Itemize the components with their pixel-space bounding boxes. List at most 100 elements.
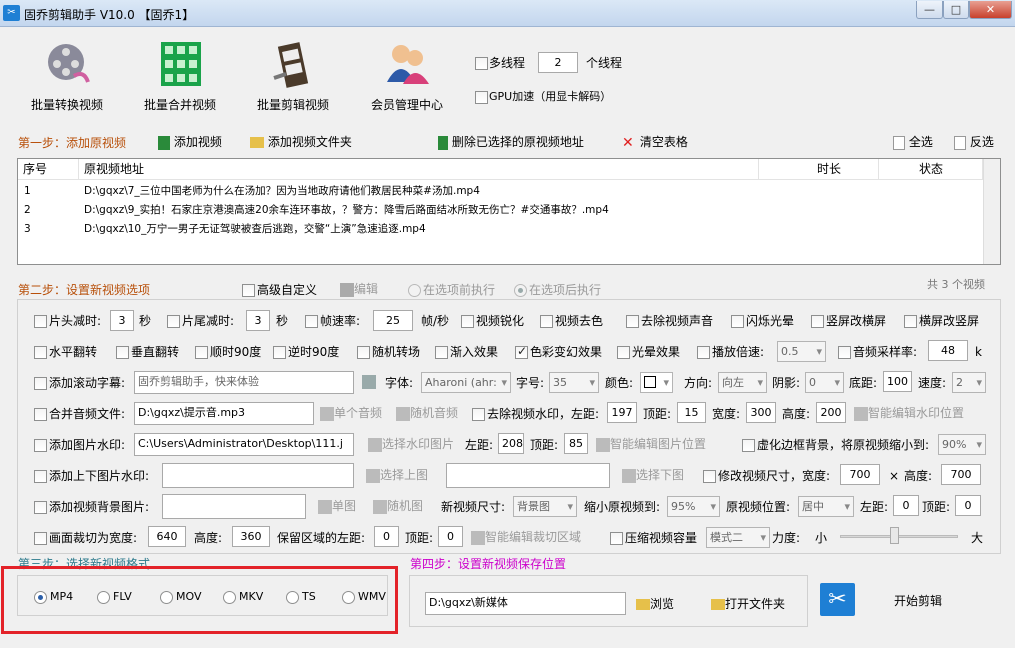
advanced-checkbox[interactable] bbox=[242, 284, 255, 297]
compress-mode-select[interactable]: 模式二 bbox=[706, 527, 770, 548]
compress-checkbox[interactable] bbox=[610, 532, 623, 545]
head-cut-input[interactable]: 3 bbox=[110, 310, 134, 331]
row-path[interactable]: D:\gqxz\10_万宁一男子无证驾驶被查后逃跑，交警“上演”急速追逐.mp4 bbox=[84, 220, 426, 239]
img-left-input[interactable]: 208 bbox=[498, 433, 524, 454]
keep-left-input[interactable]: 0 bbox=[374, 526, 399, 547]
format-radio-flv[interactable] bbox=[97, 591, 110, 604]
samplerate-input[interactable]: 48 bbox=[928, 340, 968, 361]
ccw90-checkbox[interactable] bbox=[273, 346, 286, 359]
format-radio-mov[interactable] bbox=[160, 591, 173, 604]
fadein-checkbox[interactable] bbox=[435, 346, 448, 359]
table-scrollbar[interactable] bbox=[983, 159, 1000, 264]
multithread-checkbox[interactable] bbox=[475, 57, 488, 70]
smart-watermark-button[interactable]: 智能编辑水印位置 bbox=[854, 405, 964, 421]
add-video-button[interactable]: 添加视频 bbox=[158, 134, 222, 150]
clear-table-button[interactable]: ✕ 清空表格 bbox=[622, 134, 688, 150]
direction-select[interactable]: 向左 bbox=[718, 372, 767, 393]
shadow-select[interactable]: 0 bbox=[805, 372, 844, 393]
merge-audio-checkbox[interactable] bbox=[34, 408, 47, 421]
format-radio-wmv[interactable] bbox=[342, 591, 355, 604]
mute-checkbox[interactable] bbox=[626, 315, 639, 328]
down-image-input[interactable] bbox=[446, 463, 610, 488]
batch-merge-button[interactable]: 批量合并视频 bbox=[125, 38, 235, 113]
bg-image-checkbox[interactable] bbox=[34, 501, 47, 514]
wm-width-input[interactable]: 300 bbox=[746, 402, 776, 423]
new-size-select[interactable]: 背景图 bbox=[513, 496, 577, 517]
resize-checkbox[interactable] bbox=[703, 470, 716, 483]
row-path[interactable]: D:\gqxz\9_实拍！石家庄京港澳高速20余车连环事故，？警方：降雪后路面结… bbox=[84, 201, 609, 220]
scissors-icon[interactable]: ✂ bbox=[820, 583, 855, 616]
decolor-checkbox[interactable] bbox=[540, 315, 553, 328]
resize-height-input[interactable]: 700 bbox=[941, 464, 981, 485]
image-watermark-checkbox[interactable] bbox=[34, 439, 47, 452]
fps-checkbox[interactable] bbox=[305, 315, 318, 328]
audio-path-input[interactable]: D:\gqxz\提示音.mp3 bbox=[134, 402, 314, 425]
head-cut-checkbox[interactable] bbox=[34, 315, 47, 328]
delete-selected-button[interactable]: 删除已选择的原视频地址 bbox=[438, 134, 584, 150]
choose-up-button[interactable]: 选择上图 bbox=[366, 467, 428, 483]
force-slider-thumb[interactable] bbox=[890, 527, 899, 544]
scroll-speed-select[interactable]: 2 bbox=[952, 372, 986, 393]
single-audio-button[interactable]: 单个音频 bbox=[320, 405, 382, 421]
thread-count-input[interactable]: 2 bbox=[538, 52, 578, 73]
batch-convert-button[interactable]: 批量转换视频 bbox=[12, 38, 122, 113]
size-select[interactable]: 35 bbox=[549, 372, 599, 393]
select-all-button[interactable]: 全选 bbox=[893, 134, 933, 150]
single-image-button[interactable]: 单图 bbox=[318, 498, 356, 514]
before-radio[interactable] bbox=[408, 284, 421, 297]
up-image-input[interactable] bbox=[162, 463, 354, 488]
member-center-button[interactable]: 会员管理中心 bbox=[352, 38, 462, 113]
crop-checkbox[interactable] bbox=[34, 532, 47, 545]
add-folder-button[interactable]: 添加视频文件夹 bbox=[250, 134, 352, 150]
batch-edit-button[interactable]: 批量剪辑视频 bbox=[238, 38, 348, 113]
col-no[interactable]: 序号 bbox=[18, 159, 79, 180]
format-radio-mp4[interactable] bbox=[34, 591, 47, 604]
shrink-select[interactable]: 95% bbox=[667, 496, 720, 517]
font-select[interactable]: Aharoni (ahr: bbox=[421, 372, 511, 393]
force-slider[interactable] bbox=[840, 535, 958, 538]
smart-crop-button[interactable]: 智能编辑裁切区域 bbox=[471, 529, 581, 545]
flash-checkbox[interactable] bbox=[731, 315, 744, 328]
bg-image-input[interactable] bbox=[162, 494, 306, 519]
color-picker[interactable] bbox=[640, 372, 673, 393]
after-radio[interactable] bbox=[514, 284, 527, 297]
browse-button[interactable]: 浏览 bbox=[636, 596, 674, 612]
text-style-icon[interactable] bbox=[362, 374, 376, 389]
sharpen-checkbox[interactable] bbox=[461, 315, 474, 328]
h2v-checkbox[interactable] bbox=[904, 315, 917, 328]
speed-checkbox[interactable] bbox=[697, 346, 710, 359]
updown-watermark-checkbox[interactable] bbox=[34, 470, 47, 483]
scroll-text-checkbox[interactable] bbox=[34, 377, 47, 390]
samplerate-checkbox[interactable] bbox=[838, 346, 851, 359]
col-status[interactable]: 状态 bbox=[879, 159, 983, 180]
image-path-input[interactable]: C:\Users\Administrator\Desktop\111.j bbox=[134, 433, 354, 456]
col-duration[interactable]: 时长 bbox=[759, 159, 879, 180]
crop-top-input[interactable]: 0 bbox=[438, 526, 463, 547]
crop-height-input[interactable]: 360 bbox=[232, 526, 270, 547]
halo-checkbox[interactable] bbox=[617, 346, 630, 359]
speed-select[interactable]: 0.5 bbox=[777, 341, 826, 362]
scroll-text-input[interactable]: 固乔剪辑助手，快来体验 bbox=[134, 371, 354, 394]
wm-top-input[interactable]: 15 bbox=[677, 402, 706, 423]
edit-button[interactable]: 编辑 bbox=[340, 281, 378, 297]
wm-left-input[interactable]: 197 bbox=[607, 402, 637, 423]
wm-height-input[interactable]: 200 bbox=[816, 402, 846, 423]
smart-image-button[interactable]: 智能编辑图片位置 bbox=[596, 436, 706, 452]
start-button[interactable]: 开始剪辑 bbox=[894, 593, 942, 609]
row-path[interactable]: D:\gqxz\7_三位中国老师为什么在汤加？因为当地政府请他们教居民种菜#汤加… bbox=[84, 182, 480, 201]
save-path-input[interactable]: D:\gqxz\新媒体 bbox=[425, 592, 626, 615]
cw90-checkbox[interactable] bbox=[195, 346, 208, 359]
open-folder-button[interactable]: 打开文件夹 bbox=[711, 596, 785, 612]
choose-watermark-button[interactable]: 选择水印图片 bbox=[368, 436, 454, 452]
invert-button[interactable]: 反选 bbox=[954, 134, 994, 150]
gpu-checkbox[interactable] bbox=[475, 91, 488, 104]
tail-cut-input[interactable]: 3 bbox=[246, 310, 270, 331]
remove-watermark-checkbox[interactable] bbox=[472, 408, 485, 421]
colorfx-checkbox[interactable] bbox=[515, 344, 528, 359]
transition-checkbox[interactable] bbox=[357, 346, 370, 359]
blur-border-checkbox[interactable] bbox=[742, 439, 755, 452]
bg-top-input[interactable]: 0 bbox=[955, 495, 981, 516]
maximize-button[interactable]: □ bbox=[943, 1, 969, 19]
close-button[interactable]: ✕ bbox=[969, 1, 1012, 19]
random-image-button[interactable]: 随机图 bbox=[373, 498, 423, 514]
